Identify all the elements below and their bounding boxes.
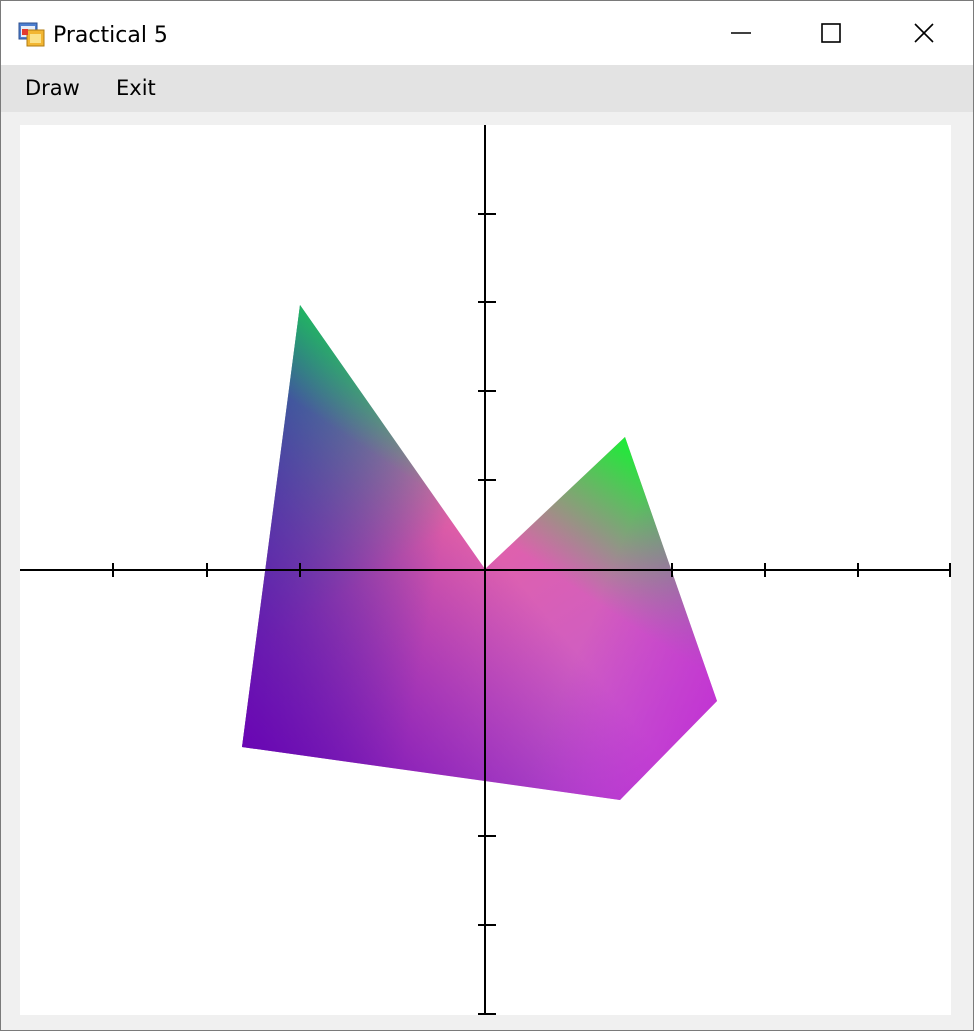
maximize-button[interactable] [785, 1, 877, 65]
app-form-icon [18, 22, 46, 48]
title-bar[interactable]: Practical 5 [1, 1, 973, 65]
menu-item-exit[interactable]: Exit [112, 75, 160, 102]
menu-item-draw[interactable]: Draw [21, 75, 84, 102]
minimize-icon [731, 32, 751, 34]
app-window: Practical 5 Draw Exit [0, 0, 974, 1031]
canvas-drawing [20, 125, 951, 1015]
drawing-canvas[interactable] [20, 125, 951, 1015]
menu-bar: Draw Exit [1, 65, 973, 112]
window-title: Practical 5 [53, 23, 168, 48]
coordinate-axes [20, 125, 951, 1015]
close-button[interactable] [878, 1, 970, 65]
gradient-polygon [242, 305, 717, 800]
maximize-icon [821, 23, 841, 43]
minimize-button[interactable] [695, 1, 787, 65]
close-icon [914, 23, 934, 43]
